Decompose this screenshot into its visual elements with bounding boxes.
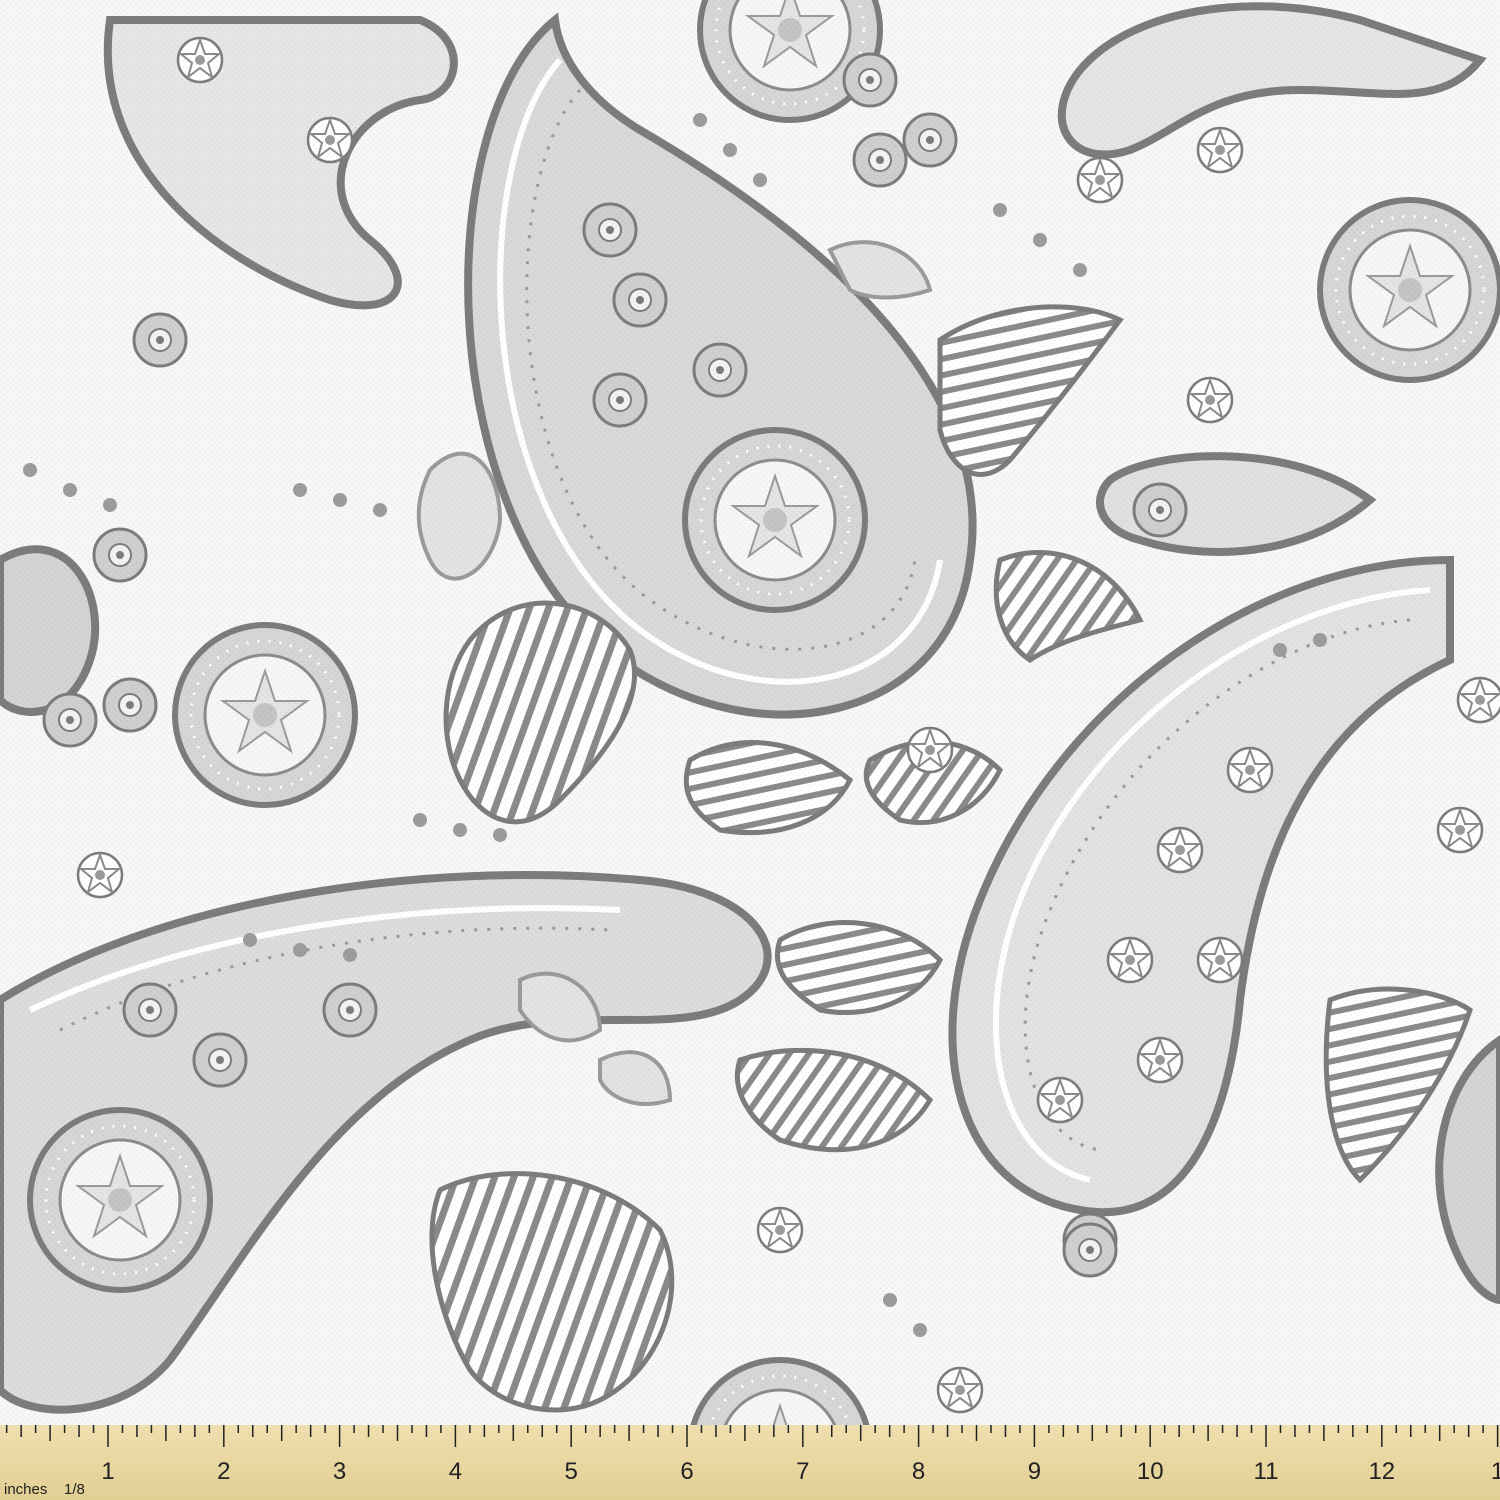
- ruler-unit-label: inches: [4, 1481, 47, 1498]
- ruler-inch-number: 6: [680, 1458, 693, 1485]
- ruler-inch-number: 9: [1028, 1458, 1041, 1485]
- ruler-fraction-label: 1/8: [64, 1481, 85, 1498]
- ruler-inch-number: 11: [1254, 1458, 1279, 1485]
- ruler-inch-number: 7: [796, 1458, 809, 1485]
- ruler-inch-number: 1: [101, 1458, 114, 1485]
- paisley-fabric-swatch: [0, 0, 1500, 1425]
- ruler-inch-number: 2: [217, 1458, 230, 1485]
- ruler-inch-number: 1: [1491, 1458, 1500, 1485]
- ruler-inch-number: 3: [333, 1458, 346, 1485]
- measuring-ruler: 1 2 3 4 5 6 7 8 9 10 11 12 1 inches 1/8: [0, 1425, 1500, 1500]
- ruler-inch-number: 4: [449, 1458, 462, 1485]
- ruler-inch-number: 10: [1137, 1458, 1164, 1485]
- ruler-inch-number: 12: [1368, 1458, 1395, 1485]
- ruler-inch-number: 8: [912, 1458, 925, 1485]
- fabric-product-image: 1 2 3 4 5 6 7 8 9 10 11 12 1 inches 1/8: [0, 0, 1500, 1500]
- ruler-inch-number: 5: [565, 1458, 578, 1485]
